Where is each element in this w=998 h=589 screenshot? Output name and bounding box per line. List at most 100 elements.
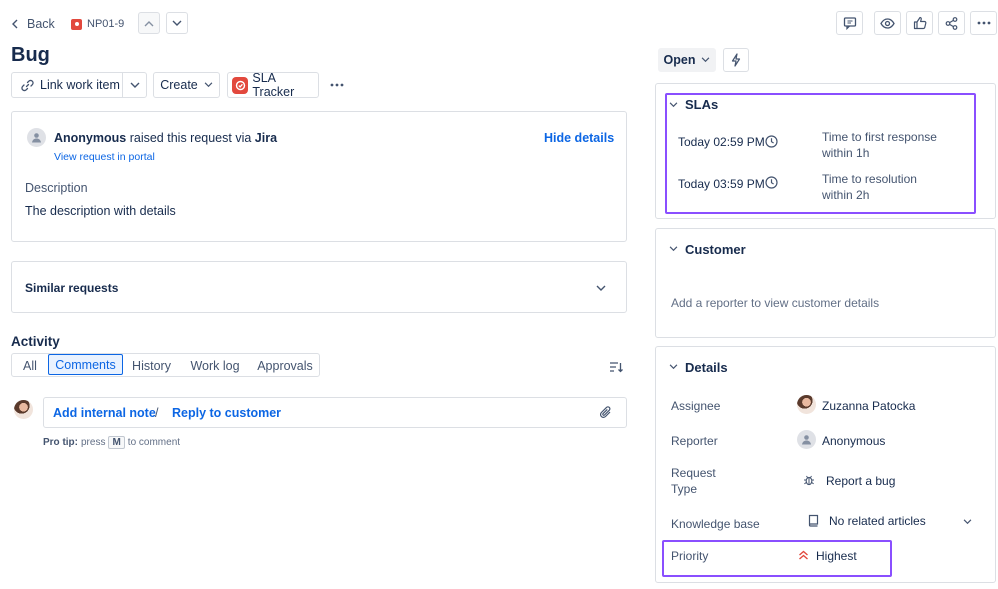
sla-time-1: Today 02:59 PM	[678, 135, 765, 149]
status-label: Open	[663, 53, 696, 67]
sla-goal-1-line-2: within 1h	[822, 146, 870, 160]
more-icon	[330, 83, 344, 87]
attachment-icon[interactable]	[600, 406, 612, 419]
assignee-avatar	[797, 395, 816, 414]
feedback-icon	[843, 16, 857, 30]
request-type-label-line-2: Type	[671, 482, 698, 496]
link-work-item-dropdown[interactable]	[122, 72, 147, 98]
chevron-down-icon	[172, 20, 182, 27]
add-internal-note-button[interactable]: Add internal note	[53, 406, 156, 420]
book-icon	[808, 514, 819, 527]
avatar	[27, 128, 46, 147]
comment-separator: /	[155, 406, 159, 420]
assignee-label: Assignee	[671, 399, 721, 413]
raised-text: raised this request via	[129, 131, 252, 145]
knowledge-base-value[interactable]: No related articles	[829, 514, 926, 528]
request-type-value[interactable]: Report a bug	[826, 474, 895, 488]
priority-highest-icon	[798, 550, 809, 560]
sla-tracker-label: SLA Tracker	[252, 71, 295, 99]
tab-work-log[interactable]: Work log	[180, 354, 250, 377]
clock-icon	[765, 176, 778, 189]
request-author: Anonymous	[54, 131, 127, 145]
chevron-up-icon	[144, 20, 154, 27]
next-issue-button[interactable]	[166, 12, 188, 34]
current-user-avatar	[14, 400, 33, 419]
reporter-label: Reporter	[671, 434, 718, 448]
slas-title[interactable]: SLAs	[685, 97, 718, 112]
issue-key-breadcrumb[interactable]: NP01-9	[71, 16, 124, 32]
sort-activity-button[interactable]	[609, 361, 623, 373]
activity-tabs: All Comments History Work log Approvals	[11, 353, 320, 377]
tab-all[interactable]: All	[12, 354, 48, 377]
eye-icon	[880, 17, 895, 29]
feedback-button[interactable]	[836, 11, 863, 35]
assignee-value[interactable]: Zuzanna Patocka	[822, 399, 915, 413]
reporter-value[interactable]: Anonymous	[822, 434, 885, 448]
tab-history[interactable]: History	[125, 354, 178, 377]
link-work-item-button[interactable]: Link work item	[11, 72, 123, 98]
lightning-icon	[731, 53, 741, 67]
vote-button[interactable]	[906, 11, 933, 35]
link-icon	[21, 79, 34, 92]
sla-tracker-button[interactable]: SLA Tracker	[227, 71, 319, 99]
link-work-item-label: Link work item	[40, 78, 120, 92]
status-button[interactable]: Open	[658, 48, 716, 72]
more-toolbar-button[interactable]	[328, 78, 346, 92]
customer-title[interactable]: Customer	[685, 242, 746, 257]
reply-to-customer-button[interactable]: Reply to customer	[172, 406, 281, 420]
similar-requests-label: Similar requests	[25, 281, 119, 295]
description-label: Description	[25, 181, 88, 195]
sla-goal-1-line-1: Time to first response	[822, 130, 937, 144]
sort-icon	[609, 361, 623, 373]
similar-requests-panel[interactable]: Similar requests	[11, 261, 627, 313]
chevron-down-icon[interactable]	[963, 519, 972, 525]
create-button[interactable]: Create	[153, 72, 220, 98]
view-request-in-portal-link[interactable]: View request in portal	[54, 151, 155, 163]
pro-tip-label: Pro tip:	[43, 437, 78, 448]
issue-key: NP01-9	[87, 18, 125, 30]
more-icon	[977, 21, 991, 25]
details-title[interactable]: Details	[685, 360, 728, 375]
more-actions-button[interactable]	[970, 11, 997, 35]
request-raised-line: Anonymous raised this request via Jira	[54, 131, 277, 145]
request-type-label-line-1: Request	[671, 466, 716, 480]
chevron-down-icon	[130, 82, 140, 89]
chevron-down-icon[interactable]	[669, 364, 678, 370]
automation-button[interactable]	[723, 48, 749, 72]
request-channel: Jira	[254, 131, 278, 145]
chevron-left-icon	[11, 19, 19, 29]
knowledge-base-label: Knowledge base	[671, 517, 760, 531]
watch-button[interactable]	[874, 11, 901, 35]
request-details-card: Anonymous raised this request via Jira V…	[11, 111, 627, 242]
back-label: Back	[27, 17, 55, 31]
share-icon	[945, 16, 958, 30]
pro-tip: Pro tip: press M to comment	[43, 436, 180, 449]
sla-tracker-app-icon	[232, 76, 249, 94]
keyboard-shortcut-key: M	[108, 436, 125, 449]
customer-panel: Customer Add a reporter to view customer…	[655, 228, 996, 338]
share-button[interactable]	[938, 11, 965, 35]
activity-title: Activity	[11, 334, 60, 349]
hide-details-button[interactable]: Hide details	[544, 131, 614, 145]
clock-icon	[765, 135, 778, 148]
chevron-down-icon	[701, 57, 710, 63]
chevron-down-icon[interactable]	[669, 246, 678, 252]
previous-issue-button[interactable]	[138, 12, 160, 34]
page-title[interactable]: Bug	[11, 44, 50, 67]
pro-tip-suffix: to comment	[127, 437, 181, 448]
tab-approvals[interactable]: Approvals	[250, 354, 320, 377]
create-label: Create	[160, 78, 198, 92]
chevron-down-icon	[204, 82, 213, 88]
slas-panel: SLAs Today 02:59 PM Time to first respon…	[655, 83, 996, 219]
back-button[interactable]: Back	[11, 15, 55, 33]
description-text[interactable]: The description with details	[25, 204, 176, 218]
priority-value[interactable]: Highest	[816, 549, 857, 563]
comment-box[interactable]: Add internal note / Reply to customer	[43, 397, 627, 428]
sla-goal-2-line-1: Time to resolution	[822, 172, 917, 186]
sla-time-2: Today 03:59 PM	[678, 177, 765, 191]
pro-tip-press: press	[81, 437, 106, 448]
thumbs-up-icon	[913, 16, 927, 30]
tab-comments[interactable]: Comments	[48, 354, 123, 375]
chevron-down-icon[interactable]	[669, 102, 678, 108]
customer-empty-message: Add a reporter to view customer details	[671, 296, 880, 310]
